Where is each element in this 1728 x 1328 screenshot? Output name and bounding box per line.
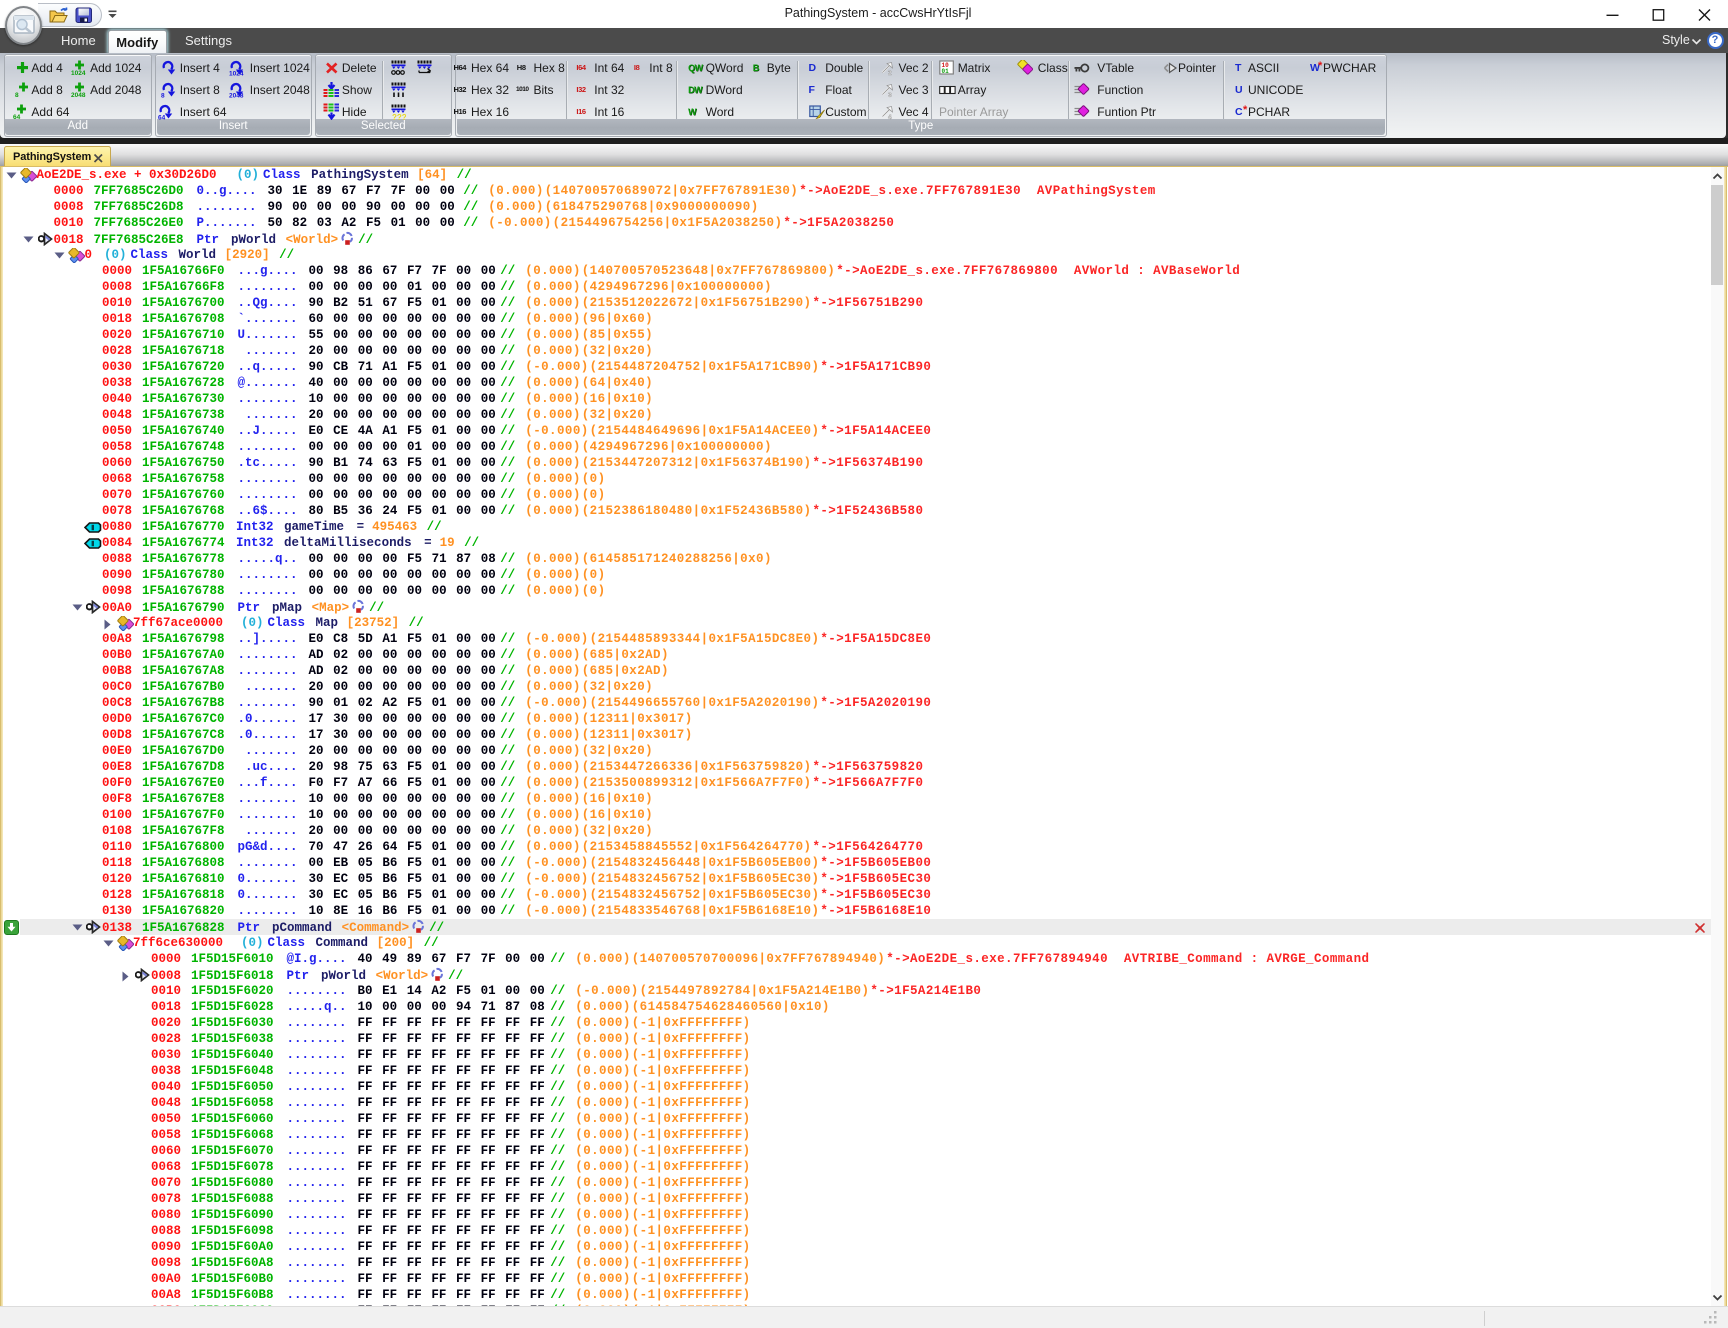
svg-text:1024: 1024	[71, 70, 86, 76]
svg-text:01: 01	[941, 68, 949, 75]
svg-text:3: 3	[888, 92, 892, 98]
svg-text:2: 2	[888, 70, 892, 76]
svg-text:8: 8	[15, 92, 19, 98]
svg-text:64: 64	[158, 115, 166, 121]
svg-text:2048: 2048	[71, 92, 86, 98]
svg-text:64: 64	[13, 114, 21, 120]
svg-text:1024: 1024	[229, 70, 244, 76]
svg-text:4: 4	[888, 114, 892, 120]
svg-text:2048: 2048	[229, 93, 244, 99]
svg-text:???: ???	[392, 113, 406, 121]
svg-text:8: 8	[161, 93, 165, 99]
